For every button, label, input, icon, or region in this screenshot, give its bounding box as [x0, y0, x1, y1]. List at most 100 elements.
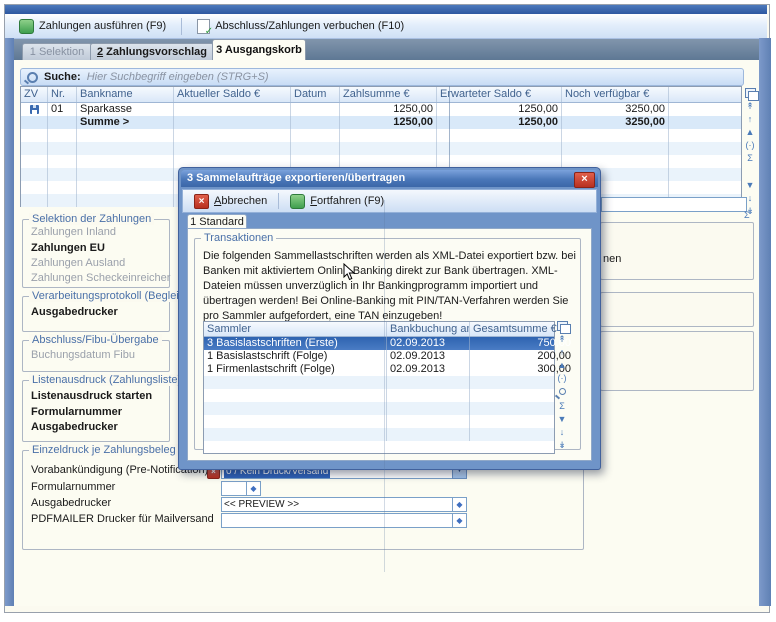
sidebar-item-zahlungen-inland[interactable]: Zahlungen Inland: [31, 226, 116, 238]
goto-first-icon[interactable]: ↟: [558, 334, 566, 344]
continue-icon: [290, 194, 305, 209]
cell-aktueller-saldo: [174, 103, 291, 116]
move-up-icon[interactable]: ↑: [560, 347, 565, 357]
columns-icon[interactable]: (·): [746, 140, 755, 150]
sidebar-item-formularnummer[interactable]: Formularnummer: [31, 406, 122, 418]
col-erwarteter-saldo[interactable]: Erwarteter Saldo €: [437, 87, 562, 102]
goto-first-icon[interactable]: ↟: [746, 101, 754, 111]
col-nr[interactable]: Nr.: [48, 87, 77, 102]
group-abschluss-fibu: Abschluss/Fibu-Übergabe Buchungsdatum Fi…: [22, 340, 170, 372]
cell-bankbuchung: 02.09.2013: [387, 350, 470, 363]
search-label: Suche:: [44, 71, 81, 83]
next-row-icon[interactable]: ▼: [558, 414, 567, 424]
sidebar-item-ausgabedrucker-2[interactable]: Ausgabedrucker: [31, 421, 118, 433]
search-input[interactable]: Hier Suchbegriff eingeben (STRG+S): [87, 71, 269, 83]
pdfmailer-dropdown[interactable]: [221, 513, 457, 528]
sidebar-item-ausgabedrucker[interactable]: Ausgabedrucker: [31, 306, 118, 318]
columns-icon[interactable]: (·): [558, 373, 567, 383]
col-noch-verfuegbar[interactable]: Noch verfügbar €: [562, 87, 669, 102]
grid-row-sparkasse[interactable]: 01 Sparkasse 1250,00 1250,00 3250,00: [21, 103, 741, 116]
sum-icon[interactable]: Σ: [559, 401, 565, 411]
grid-empty-row: [21, 142, 741, 155]
copy-grid-icon[interactable]: [557, 321, 568, 331]
sammler-row-selected[interactable]: 3 Basislastschriften (Erste) 02.09.2013 …: [204, 337, 554, 350]
tab-ausgangskorb[interactable]: 3 Ausgangskorb: [212, 39, 306, 60]
dialog-message: Die folgenden Sammellastschriften werden…: [203, 249, 577, 324]
sammler-nav-strip: ↟ ↑ ▲ (·) Σ ▼ ↓ ↡: [555, 321, 569, 450]
sidebar-item-listenausdruck-starten[interactable]: Listenausdruck starten: [31, 390, 152, 402]
sidebar-item-zahlungen-ausland[interactable]: Zahlungen Ausland: [31, 257, 125, 269]
dialog-title-bar[interactable]: 3 Sammelaufträge exportieren/übertragen: [181, 170, 598, 187]
search-bar[interactable]: Suche: Hier Suchbegriff eingeben (STRG+S…: [20, 68, 744, 86]
grid-row-summe: Summe > 1250,00 1250,00 3250,00: [21, 116, 741, 129]
copy-grid-icon[interactable]: [745, 88, 756, 98]
dialog-tab-standard[interactable]: 1 Standard: [187, 214, 247, 229]
col-zv[interactable]: ZV: [21, 87, 48, 102]
dialog-close-button[interactable]: ×: [574, 172, 595, 188]
tab-ausgangskorb-label: 3 Ausgangskorb: [216, 44, 302, 56]
group-listenausdruck: Listenausdruck (Zahlungsliste) Listenaus…: [22, 380, 170, 442]
dialog-title: 3 Sammelaufträge exportieren/übertragen: [187, 172, 405, 184]
background-groupbox: [600, 292, 754, 327]
cell-noch-verfuegbar: 3250,00: [562, 103, 669, 116]
sidebar-item-zahlungen-eu[interactable]: Zahlungen EU: [31, 242, 105, 254]
dialog-toolbar-divider: [278, 193, 279, 209]
export-dialog: 3 Sammelaufträge exportieren/übertragen …: [178, 167, 601, 470]
formularnummer-spinner-icon[interactable]: ◆: [246, 481, 261, 496]
move-down-icon[interactable]: ↓: [748, 193, 753, 203]
label-pdfmailer: PDFMAILER Drucker für Mailversand: [31, 513, 214, 525]
pdfmailer-lookup-icon[interactable]: ◆: [452, 513, 467, 528]
tab-zahlungsvorschlag-label: Zahlungsvorschlag: [103, 46, 207, 58]
cell-sammler: 1 Firmenlastschrift (Folge): [204, 363, 387, 376]
group-transaktionen: Transaktionen Die folgenden Sammellastsc…: [194, 238, 581, 450]
ausgabedrucker-dropdown[interactable]: << PREVIEW >>: [221, 497, 457, 512]
run-payments-icon: [19, 19, 34, 34]
cell-bankbuchung: 02.09.2013: [387, 337, 470, 350]
dialog-tab-page: Transaktionen Die folgenden Sammellastsc…: [187, 228, 592, 461]
run-payments-button[interactable]: Zahlungen ausführen (F9): [12, 16, 173, 37]
book-payments-button[interactable]: Abschluss/Zahlungen verbuchen (F10): [190, 16, 411, 37]
run-payments-label: Zahlungen ausführen (F9): [39, 20, 166, 32]
col-aktueller-saldo[interactable]: Aktueller Saldo €: [174, 87, 291, 102]
continue-label: Fortfahren (F9): [310, 195, 384, 207]
goto-last-icon[interactable]: ↡: [558, 440, 566, 450]
prev-row-icon[interactable]: ▲: [746, 127, 755, 137]
col-datum[interactable]: Datum: [291, 87, 340, 102]
toolbar-divider: [181, 18, 182, 35]
cell-bankname: Sparkasse: [77, 103, 174, 116]
group-title: Abschluss/Fibu-Übergabe: [29, 334, 162, 346]
col-bankbuchung[interactable]: Bankbuchung am: [387, 322, 470, 336]
label-formularnummer: Formularnummer: [31, 481, 115, 493]
sidebar-item-zahlungen-scheckeinreicher[interactable]: Zahlungen Scheckeinreicher: [31, 272, 170, 284]
window-right-border: [759, 38, 771, 606]
background-field[interactable]: [601, 197, 747, 212]
cell-zahlsumme: 1250,00: [340, 103, 437, 116]
sammler-row[interactable]: 1 Basislastschrift (Folge) 02.09.2013 20…: [204, 350, 554, 363]
tab-selektion-label: 1 Selektion: [30, 46, 84, 58]
sammler-empty-row: [204, 428, 554, 441]
sidebar-item-buchungsdatum-fibu[interactable]: Buchungsdatum Fibu: [31, 349, 135, 361]
group-selektion-der-zahlungen: Selektion der Zahlungen Zahlungen Inland…: [22, 219, 170, 288]
cancel-button[interactable]: × Abbrechen: [187, 191, 274, 211]
sammler-row[interactable]: 1 Firmenlastschrift (Folge) 02.09.2013 3…: [204, 363, 554, 376]
move-down-icon[interactable]: ↓: [560, 427, 565, 437]
move-up-icon[interactable]: ↑: [748, 114, 753, 124]
group-transaktionen-title: Transaktionen: [201, 232, 276, 244]
cancel-icon: ×: [194, 194, 209, 209]
sum-icon[interactable]: Σ: [747, 153, 753, 163]
background-sum-icon[interactable]: Σ: [744, 210, 750, 220]
ausgabedrucker-lookup-icon[interactable]: ◆: [452, 497, 467, 512]
continue-button[interactable]: Fortfahren (F9): [283, 191, 391, 211]
background-groupbox: [600, 331, 754, 391]
tab-zahlungsvorschlag[interactable]: 2 Zahlungsvorschlag: [90, 43, 214, 60]
col-sammler[interactable]: Sammler: [204, 322, 387, 336]
col-bankname[interactable]: Bankname: [77, 87, 174, 102]
sammler-grid: Sammler Bankbuchung am Gesamtsumme € 3 B…: [203, 321, 555, 454]
next-row-icon[interactable]: ▼: [746, 180, 755, 190]
tab-selektion[interactable]: 1 Selektion: [22, 43, 92, 60]
application-window: Zahlungen ausführen (F9) Abschluss/Zahlu…: [0, 0, 776, 622]
col-zahlsumme[interactable]: Zahlsumme €: [340, 87, 437, 102]
prev-row-icon[interactable]: ▲: [558, 360, 567, 370]
search-rows-icon[interactable]: [559, 388, 566, 395]
cell-datum: [291, 103, 340, 116]
